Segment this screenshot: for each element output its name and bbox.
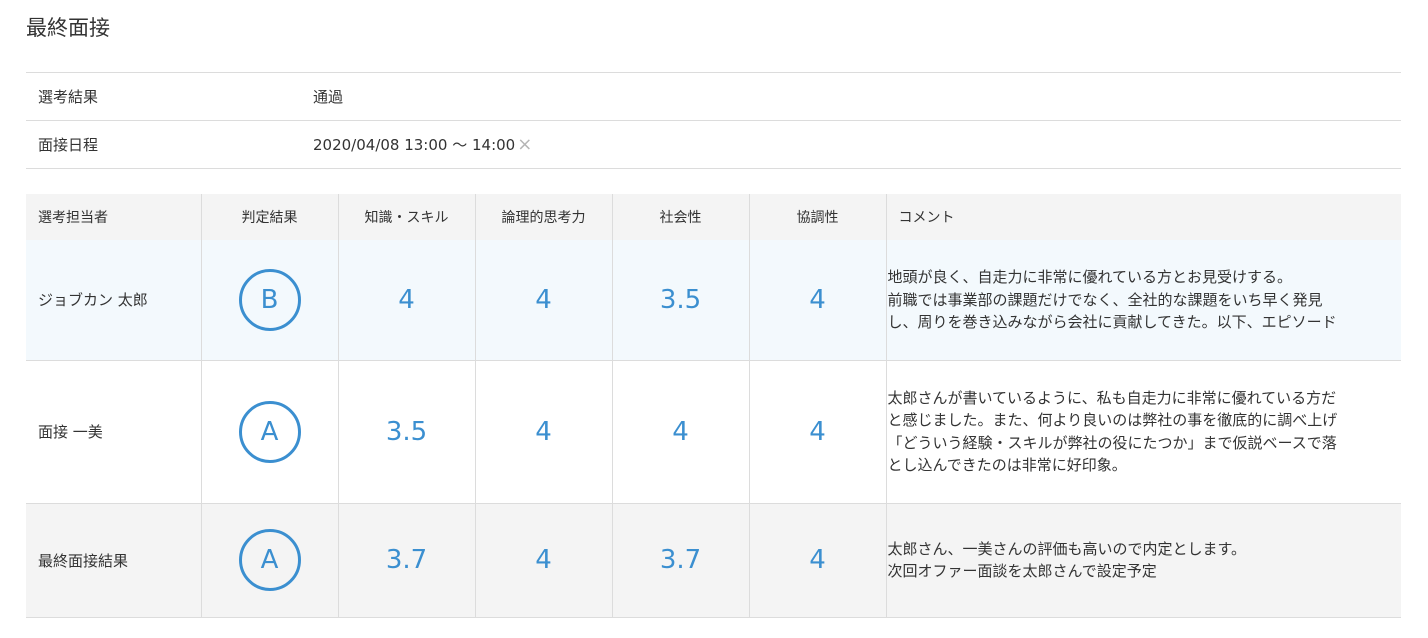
comment-line: 地頭が良く、自走力に非常に優れている方とお見受けする。	[887, 268, 1293, 286]
selection-info-table: 選考結果 通過 面接日程 2020/04/08 13:00 〜 14:00 ×	[26, 72, 1401, 169]
comment-line: とし込んできたのは非常に好印象。	[887, 456, 1127, 474]
page-title: 最終面接	[26, 16, 110, 40]
comment-line: 次回オファー面談を太郎さんで設定予定	[887, 562, 1157, 580]
judgment-cell: B	[201, 240, 339, 360]
interview-schedule-value-wrap: 2020/04/08 13:00 〜 14:00 ×	[313, 134, 1401, 155]
table-row: ジョブカン 太郎 B 4 4 3.5 4 地頭が良く、自走力に非常に優れている方…	[26, 240, 1401, 360]
evaluator-name: ジョブカン 太郎	[26, 240, 202, 360]
evaluator-name: 最終面接結果	[26, 503, 202, 617]
header-judgment: 判定結果	[201, 194, 339, 240]
score-logical-thinking: 4	[475, 240, 613, 360]
comment-line: 太郎さん、一美さんの評価も高いので内定とします。	[887, 539, 1247, 558]
header-cooperativeness: 協調性	[749, 194, 887, 240]
interview-schedule-value: 2020/04/08 13:00 〜 14:00	[313, 136, 516, 154]
interview-schedule-row: 面接日程 2020/04/08 13:00 〜 14:00 ×	[26, 121, 1401, 169]
clear-icon[interactable]: ×	[517, 135, 532, 154]
header-logical-thinking: 論理的思考力	[475, 194, 613, 240]
score-knowledge-skill: 4	[338, 240, 476, 360]
score-knowledge-skill: 3.5	[338, 360, 476, 503]
score-cooperativeness: 4	[749, 360, 887, 503]
selection-result-row: 選考結果 通過	[26, 73, 1401, 121]
table-header-row: 選考担当者 判定結果 知識・スキル 論理的思考力 社会性 協調性 コメント	[26, 194, 1401, 240]
comment-line: と感じました。また、何より良いのは弊社の事を徹底的に調べ上げ	[887, 411, 1338, 429]
selection-result-value: 通過	[313, 88, 344, 106]
final-interview-page: 最終面接 選考結果 通過 面接日程 2020/04/08 13:00 〜 14:…	[0, 0, 1428, 638]
score-logical-thinking: 4	[475, 503, 613, 617]
comment-cell: 太郎さん、一美さんの評価も高いので内定とします。 次回オファー面談を太郎さんで設…	[885, 503, 1401, 617]
score-logical-thinking: 4	[475, 360, 613, 503]
table-row: 最終面接結果 A 3.7 4 3.7 4 太郎さん、一美さんの評価も高いので内定…	[26, 503, 1401, 617]
header-knowledge-skill: 知識・スキル	[338, 194, 476, 240]
table-row: 面接 一美 A 3.5 4 4 4 太郎さんが書いているように、私も自走力に非常…	[26, 360, 1401, 503]
score-sociability: 4	[612, 360, 750, 503]
score-sociability: 3.7	[612, 503, 750, 617]
comment-line: 太郎さんが書いているように、私も自走力に非常に優れている方だ	[887, 388, 1337, 407]
score-knowledge-skill: 3.7	[338, 503, 476, 617]
score-cooperativeness: 4	[749, 240, 887, 360]
comment-line: 「どういう経験・スキルが弊社の役にたつか」まで仮説ベースで落	[887, 433, 1337, 452]
score-cooperativeness: 4	[749, 503, 887, 617]
grade-badge: A	[238, 400, 301, 463]
score-sociability: 3.5	[612, 240, 750, 360]
evaluator-name: 面接 一美	[26, 360, 202, 503]
judgment-cell: A	[201, 360, 339, 503]
comment-line: 前職では事業部の課題だけでなく、全社的な課題をいち早く発見	[887, 290, 1323, 309]
comment-line: し、周りを巻き込みながら会社に貢献してきた。以下、エピソード	[887, 313, 1337, 331]
judgment-cell: A	[201, 503, 339, 617]
selection-result-label: 選考結果	[38, 88, 99, 106]
header-evaluator: 選考担当者	[26, 194, 202, 240]
comment-cell: 地頭が良く、自走力に非常に優れている方とお見受けする。 前職では事業部の課題だけ…	[885, 240, 1401, 360]
comment-cell: 太郎さんが書いているように、私も自走力に非常に優れている方だ と感じました。また…	[885, 360, 1401, 503]
evaluation-table: 選考担当者 判定結果 知識・スキル 論理的思考力 社会性 協調性 コメント ジョ…	[26, 194, 1401, 618]
grade-badge: B	[238, 268, 301, 331]
header-sociability: 社会性	[612, 194, 750, 240]
grade-badge: A	[238, 529, 301, 591]
header-comment: コメント	[898, 210, 955, 226]
interview-schedule-label: 面接日程	[38, 136, 99, 154]
